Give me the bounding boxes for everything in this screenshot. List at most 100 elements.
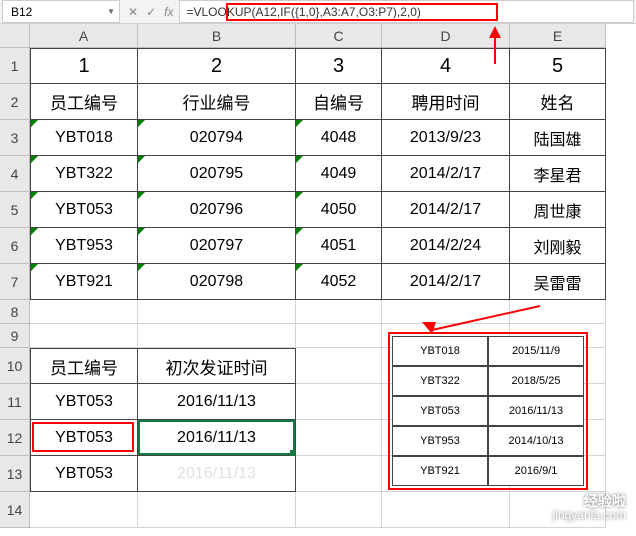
cell-D3[interactable]: 2013/9/23 [382,120,510,156]
cell-C1[interactable]: 3 [296,48,382,84]
cell-A6[interactable]: YBT953 [30,228,138,264]
arrow-formula [470,24,520,74]
row-header-12[interactable]: 12 [0,420,30,456]
side-cell[interactable]: 2016/11/13 [488,396,584,426]
side-cell[interactable]: 2015/11/9 [488,336,584,366]
cell-B12[interactable]: 2016/11/13 [138,420,296,456]
cell-C7[interactable]: 4052 [296,264,382,300]
side-cell[interactable]: YBT953 [392,426,488,456]
cell-A9[interactable] [30,324,138,348]
row-headers: 1234567891011121314 [0,48,30,528]
row-header-9[interactable]: 9 [0,324,30,348]
cell-E3[interactable]: 陆国雄 [510,120,606,156]
cell-D14[interactable] [382,492,510,528]
cell-D6[interactable]: 2014/2/24 [382,228,510,264]
row-header-1[interactable]: 1 [0,48,30,84]
cell-D8[interactable] [382,300,510,324]
dropdown-icon[interactable]: ▼ [107,7,115,16]
cell-E4[interactable]: 李星君 [510,156,606,192]
cell-A10[interactable]: 员工编号 [30,348,138,384]
cell-A14[interactable] [30,492,138,528]
cell-C14[interactable] [296,492,382,528]
side-cell[interactable]: 2014/10/13 [488,426,584,456]
formula-input[interactable]: =VLOOKUP(A12,IF({1,0},A3:A7,O3:P7),2,0) [179,0,634,23]
row-header-2[interactable]: 2 [0,84,30,120]
side-cell[interactable]: 2018/5/25 [488,366,584,396]
fx-icon[interactable]: fx [164,5,173,19]
cell-C12[interactable] [296,420,382,456]
cell-C9[interactable] [296,324,382,348]
cell-B1[interactable]: 2 [138,48,296,84]
cell-C2[interactable]: 自编号 [296,84,382,120]
cell-B4[interactable]: 020795 [138,156,296,192]
formula-buttons: ✕ ✓ fx [122,5,179,19]
cell-B9[interactable] [138,324,296,348]
cell-B3[interactable]: 020794 [138,120,296,156]
row-header-7[interactable]: 7 [0,264,30,300]
col-header-E[interactable]: E [510,24,606,48]
cell-C8[interactable] [296,300,382,324]
cell-B13[interactable]: 2016/11/13 [138,456,296,492]
cell-E14[interactable] [510,492,606,528]
column-headers: ABCDE [30,24,636,48]
cancel-icon[interactable]: ✕ [128,5,138,19]
cell-B10[interactable]: 初次发证时间 [138,348,296,384]
row-header-10[interactable]: 10 [0,348,30,384]
row-header-13[interactable]: 13 [0,456,30,492]
cell-B2[interactable]: 行业编号 [138,84,296,120]
cell-A13[interactable]: YBT053 [30,456,138,492]
cell-B14[interactable] [138,492,296,528]
cell-D4[interactable]: 2014/2/17 [382,156,510,192]
cell-A11[interactable]: YBT053 [30,384,138,420]
cell-A8[interactable] [30,300,138,324]
cell-D5[interactable]: 2014/2/17 [382,192,510,228]
cell-A1[interactable]: 1 [30,48,138,84]
side-cell[interactable]: YBT018 [392,336,488,366]
side-cell[interactable]: YBT322 [392,366,488,396]
cell-C4[interactable]: 4049 [296,156,382,192]
cell-C6[interactable]: 4051 [296,228,382,264]
cell-B11[interactable]: 2016/11/13 [138,384,296,420]
cell-B8[interactable] [138,300,296,324]
cell-E5[interactable]: 周世康 [510,192,606,228]
cell-A2[interactable]: 员工编号 [30,84,138,120]
cell-E8[interactable] [510,300,606,324]
side-cell[interactable]: YBT921 [392,456,488,486]
row-header-14[interactable]: 14 [0,492,30,528]
side-cell[interactable]: 2016/9/1 [488,456,584,486]
cell-E1[interactable]: 5 [510,48,606,84]
cell-B6[interactable]: 020797 [138,228,296,264]
row-header-5[interactable]: 5 [0,192,30,228]
cell-A3[interactable]: YBT018 [30,120,138,156]
check-icon[interactable]: ✓ [146,5,156,19]
cell-A7[interactable]: YBT921 [30,264,138,300]
side-cell[interactable]: YBT053 [392,396,488,426]
cell-C11[interactable] [296,384,382,420]
row-header-6[interactable]: 6 [0,228,30,264]
name-box[interactable]: B12 ▼ [2,0,120,23]
cell-A5[interactable]: YBT053 [30,192,138,228]
row-header-3[interactable]: 3 [0,120,30,156]
cell-C10[interactable] [296,348,382,384]
cell-C13[interactable] [296,456,382,492]
row-header-11[interactable]: 11 [0,384,30,420]
col-header-A[interactable]: A [30,24,138,48]
cell-B5[interactable]: 020796 [138,192,296,228]
row-header-4[interactable]: 4 [0,156,30,192]
col-header-B[interactable]: B [138,24,296,48]
formula-text: =VLOOKUP(A12,IF({1,0},A3:A7,O3:P7),2,0) [186,5,420,19]
cell-E6[interactable]: 刘刚毅 [510,228,606,264]
cell-C3[interactable]: 4048 [296,120,382,156]
row-header-8[interactable]: 8 [0,300,30,324]
cell-D7[interactable]: 2014/2/17 [382,264,510,300]
cell-E7[interactable]: 吴雷雷 [510,264,606,300]
select-all-corner[interactable] [0,24,30,48]
cell-A4[interactable]: YBT322 [30,156,138,192]
cell-A12[interactable]: YBT053 [30,420,138,456]
cell-B7[interactable]: 020798 [138,264,296,300]
cell-D2[interactable]: 聘用时间 [382,84,510,120]
cell-E2[interactable]: 姓名 [510,84,606,120]
formula-bar: B12 ▼ ✕ ✓ fx =VLOOKUP(A12,IF({1,0},A3:A7… [0,0,636,24]
col-header-C[interactable]: C [296,24,382,48]
cell-C5[interactable]: 4050 [296,192,382,228]
